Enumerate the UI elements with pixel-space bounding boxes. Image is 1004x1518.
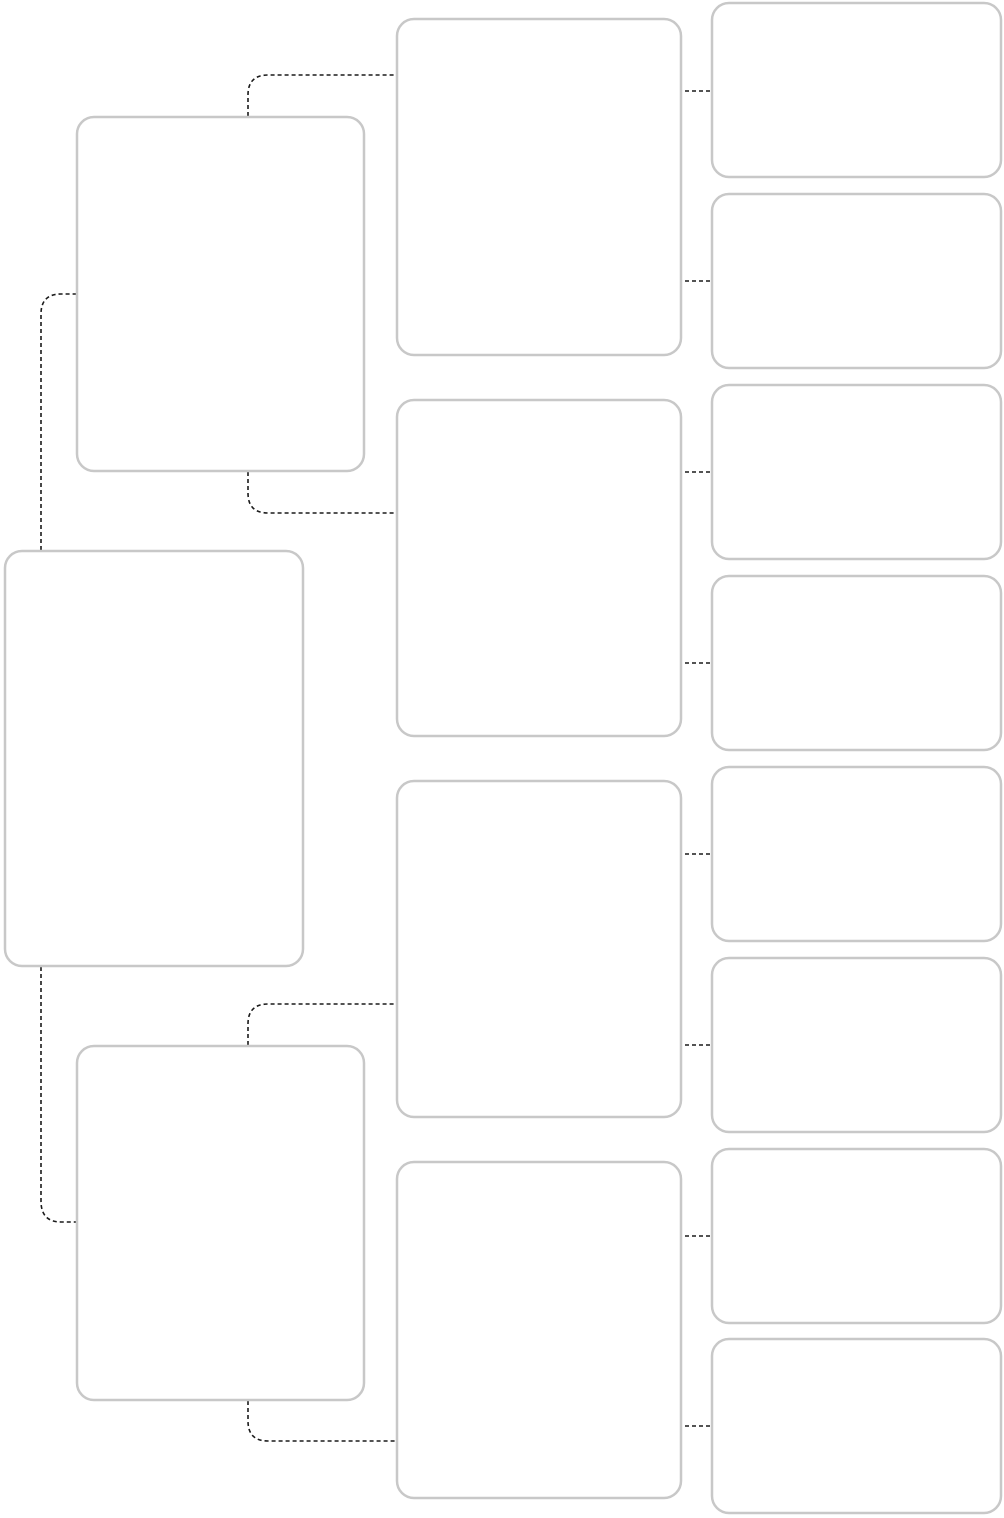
branch-2-node: [75, 1044, 366, 1402]
connector-branch-2-to-branch-2-2: [247, 1401, 396, 1442]
branch-1-node: [75, 115, 366, 473]
connector-branch-1-to-branch-1-2: [247, 472, 396, 514]
branch-1-2-node: [395, 398, 683, 738]
branch-2-2-node: [395, 1160, 683, 1500]
root-node: [3, 549, 305, 968]
branch-1-1-node: [395, 17, 683, 357]
connector-branch-1-to-branch-1-1: [247, 74, 396, 116]
connector-branch-2-to-branch-2-1: [247, 1003, 396, 1045]
leaf-3-node: [710, 383, 1003, 561]
leaf-5-node: [710, 765, 1003, 943]
branch-2-1-node: [395, 779, 683, 1119]
leaf-6-node: [710, 956, 1003, 1134]
leaf-1-node: [710, 1, 1003, 179]
connector-root-to-branch-1: [40, 293, 76, 550]
leaf-7-node: [710, 1147, 1003, 1325]
leaf-4-node: [710, 574, 1003, 752]
connector-root-to-branch-2: [40, 967, 76, 1223]
leaf-2-node: [710, 192, 1003, 370]
tree-diagram: [3, 1, 1003, 1515]
leaf-8-node: [710, 1337, 1003, 1515]
